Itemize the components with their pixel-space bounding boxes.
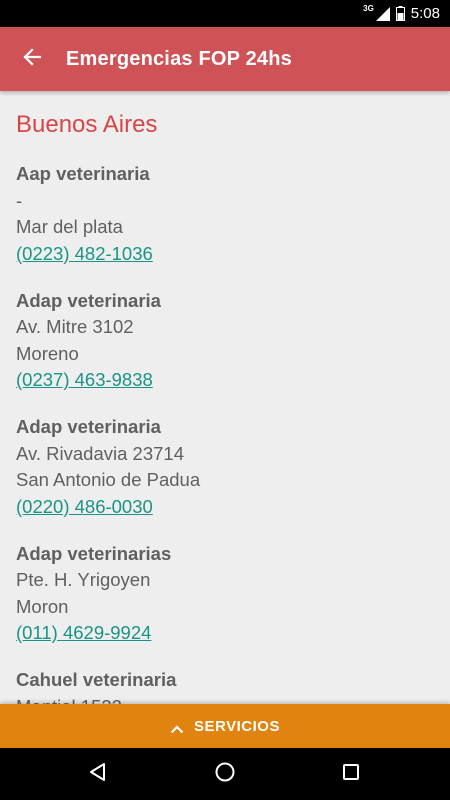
network-type-label: 3G [363, 4, 374, 13]
vet-address: - [16, 189, 23, 211]
nav-home-button[interactable] [195, 748, 255, 800]
arrow-back-icon [23, 47, 42, 71]
vet-city: Mar del plata [16, 216, 123, 237]
nav-back-button[interactable] [68, 748, 128, 800]
home-circle-icon [214, 761, 236, 788]
clock: 5:08 [410, 5, 440, 22]
signal-icon [375, 6, 390, 21]
vet-name: Adap veterinaria [16, 289, 161, 311]
vet-name: Aap veterinaria [16, 163, 150, 184]
system-nav-bar [0, 748, 450, 800]
list-item: Aap veterinaria - Mar del plata (0223) 4… [16, 161, 436, 288]
phone-link[interactable]: (0237) 463-9838 [16, 369, 153, 390]
status-bar: 3G 5:08 [0, 0, 450, 27]
vet-name: Adap veterinarias [16, 542, 172, 564]
phone-link[interactable]: (0223) 482-1036 [16, 243, 153, 264]
services-button[interactable]: SERVICIOS [0, 704, 450, 748]
chevron-up-icon [170, 721, 184, 734]
section-title: Buenos Aires [16, 111, 158, 138]
vet-address: Av. Rivadavia 23714 [16, 442, 184, 464]
vet-city: Moron [16, 595, 69, 617]
vet-list[interactable]: Buenos Aires Aap veterinaria - Mar del p… [0, 91, 450, 704]
app-bar: Emergencias FOP 24hs [0, 27, 450, 91]
vet-name: Cahuel veterinaria [16, 669, 177, 690]
list-item: Adap veterinaria Av. Mitre 3102 Moreno (… [16, 288, 436, 415]
services-label: SERVICIOS [194, 717, 280, 735]
nav-recents-button[interactable] [321, 748, 381, 800]
vet-name: Adap veterinaria [16, 416, 161, 437]
back-button[interactable] [12, 39, 52, 79]
vet-city: Moreno [16, 342, 79, 364]
status-icons: 3G 5:08 [363, 0, 440, 27]
vet-city: San Antonio de Padua [16, 469, 201, 490]
battery-icon [395, 6, 405, 21]
recents-square-icon [341, 762, 361, 787]
entries-list: Aap veterinaria - Mar del plata (0223) 4… [16, 161, 436, 704]
vet-address: Pte. H. Yrigoyen [16, 569, 151, 590]
phone-link[interactable]: (011) 4629-9924 [16, 622, 151, 643]
vet-address: Mantial 1522 [16, 694, 436, 705]
list-item: Adap veterinarias Pte. H. Yrigoyen Moron… [16, 541, 436, 668]
back-triangle-icon [87, 761, 109, 788]
list-item: Cahuel veterinaria Mantial 1522 [16, 667, 436, 704]
page-title: Emergencias FOP 24hs [66, 48, 292, 70]
vet-address: Av. Mitre 3102 [16, 316, 134, 337]
phone-link[interactable]: (0220) 486-0030 [16, 496, 153, 517]
list-item: Adap veterinaria Av. Rivadavia 23714 San… [16, 414, 436, 541]
